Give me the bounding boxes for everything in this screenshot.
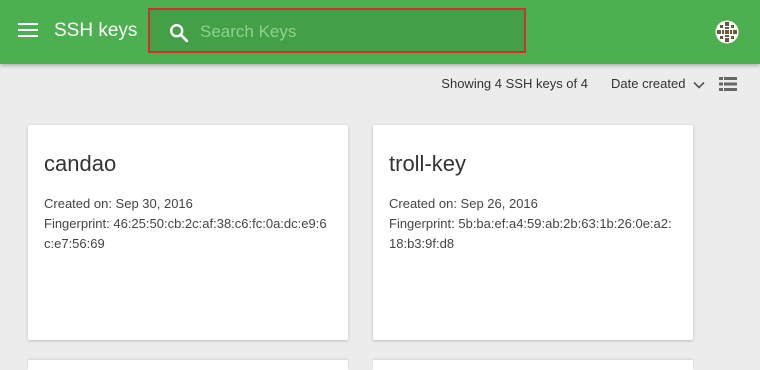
sort-dropdown[interactable]: Date created [611,76,705,91]
search-input[interactable] [198,19,512,45]
ssh-key-card-partial[interactable] [373,360,693,370]
search-icon [170,24,189,43]
chevron-down-icon [693,81,705,89]
page-title: SSH keys [54,20,138,41]
search-box[interactable] [148,8,526,53]
user-avatar-icon[interactable] [715,20,739,44]
key-fingerprint: Fingerprint: 5b:ba:ef:a4:59:ab:2b:63:1b:… [389,216,672,251]
ssh-key-card[interactable]: troll-key Created on: Sep 26, 2016 Finge… [373,125,693,340]
key-name: troll-key [389,151,467,176]
ssh-key-card[interactable]: candao Created on: Sep 30, 2016 Fingerpr… [28,125,348,340]
list-view-icon[interactable] [719,77,737,91]
list-toolbar: Showing 4 SSH keys of 4 Date created [0,75,760,95]
key-created-date: Created on: Sep 26, 2016 [389,196,538,211]
key-fingerprint: Fingerprint: 46:25:50:cb:2c:af:38:c6:fc:… [44,216,327,251]
ssh-key-card-partial[interactable] [28,360,348,370]
results-count: Showing 4 SSH keys of 4 [441,76,588,91]
hamburger-icon[interactable] [18,23,38,41]
top-app-bar: SSH keys [0,0,760,64]
key-created-date: Created on: Sep 30, 2016 [44,196,193,211]
key-name: candao [44,151,117,176]
sort-label: Date created [611,76,686,91]
